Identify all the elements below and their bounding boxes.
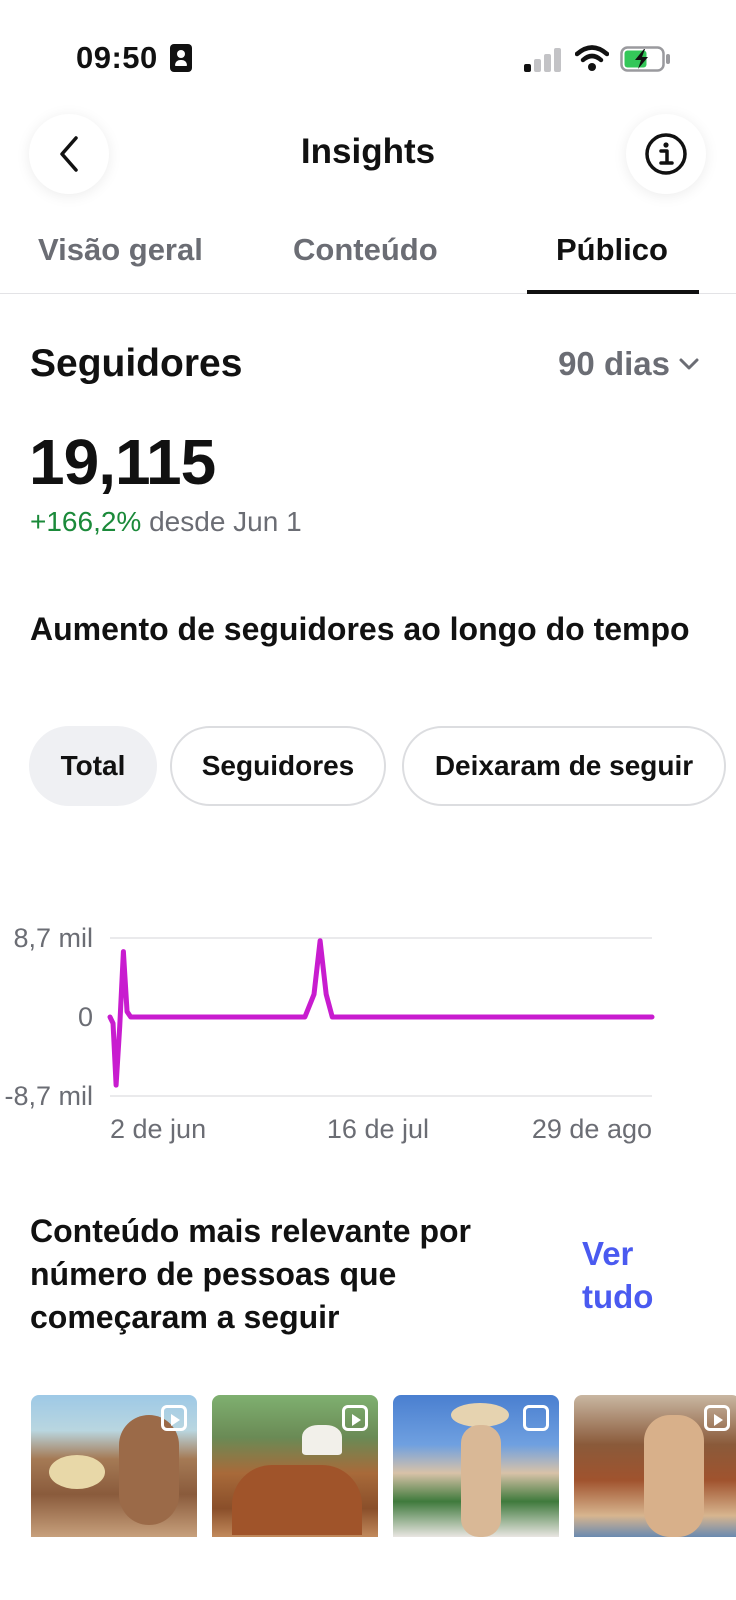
wifi-icon (575, 45, 609, 71)
status-bar: 09:50 (0, 0, 736, 110)
growth-since: desde Jun 1 (149, 506, 302, 537)
reel-icon (161, 1405, 187, 1431)
content-thumbnail[interactable] (212, 1395, 378, 1537)
x-tick-label: 2 de jun (110, 1114, 206, 1144)
person-shape (302, 1425, 342, 1455)
active-tab-indicator (527, 290, 699, 294)
followers-line-chart: 8,7 mil 0 -8,7 mil 2 de jun 16 de jul 29 de a… (4, 923, 655, 1144)
followers-title: Seguidores (30, 342, 243, 385)
series-line (107, 938, 655, 1088)
horse-shape (232, 1465, 362, 1535)
date-range-label: 90 dias (558, 345, 670, 382)
content-thumbnail[interactable] (574, 1395, 736, 1537)
info-icon (645, 133, 687, 175)
x-tick-label: 29 de ago (532, 1114, 652, 1144)
top-content-title: Conteúdo mais relevante por número de pe… (30, 1213, 471, 1335)
cellular-signal-icon (524, 48, 561, 72)
info-button[interactable] (626, 114, 706, 194)
hat-shape (49, 1455, 105, 1489)
y-tick-label: -8,7 mil (4, 1081, 93, 1111)
see-all-link[interactable]: Ver tudo (582, 1232, 682, 1318)
y-tick-label: 8,7 mil (13, 923, 93, 953)
x-tick-label: 16 de jul (327, 1114, 429, 1144)
content-thumbnail[interactable] (393, 1395, 559, 1537)
status-time: 09:50 (76, 40, 158, 75)
app-header: Insights (0, 110, 736, 200)
carousel-icon (523, 1405, 549, 1431)
content-thumbnail[interactable] (31, 1395, 197, 1537)
filter-chip-unfollows[interactable]: Deixaram de seguir (402, 726, 726, 806)
tab-content[interactable]: Conteúdo (293, 232, 438, 268)
tab-bar: Visão geral Conteúdo Público (0, 222, 736, 294)
tab-audience[interactable]: Público (556, 232, 668, 268)
growth-section-title: Aumento de seguidores ao longo do tempo (30, 611, 690, 647)
hat-shape (451, 1403, 509, 1427)
growth-percent: +166,2% (30, 506, 142, 537)
follower-count: 19,115 (29, 426, 216, 498)
person-shape (461, 1425, 501, 1537)
cow-shape (119, 1415, 179, 1525)
reel-icon (704, 1405, 730, 1431)
tab-overview[interactable]: Visão geral (38, 232, 203, 268)
person-shape (644, 1415, 704, 1537)
chevron-down-icon (679, 358, 699, 370)
date-range-dropdown[interactable]: 90 dias (558, 345, 700, 383)
y-tick-label: 0 (78, 1002, 93, 1032)
filter-chip-followers[interactable]: Seguidores (170, 726, 386, 806)
reel-icon (342, 1405, 368, 1431)
person-badge-icon (170, 44, 192, 72)
content-thumbnails (0, 1395, 736, 1537)
follower-growth: +166,2% desde Jun 1 (30, 506, 302, 538)
filter-chip-total[interactable]: Total (29, 726, 157, 806)
battery-charging-icon (620, 46, 670, 72)
